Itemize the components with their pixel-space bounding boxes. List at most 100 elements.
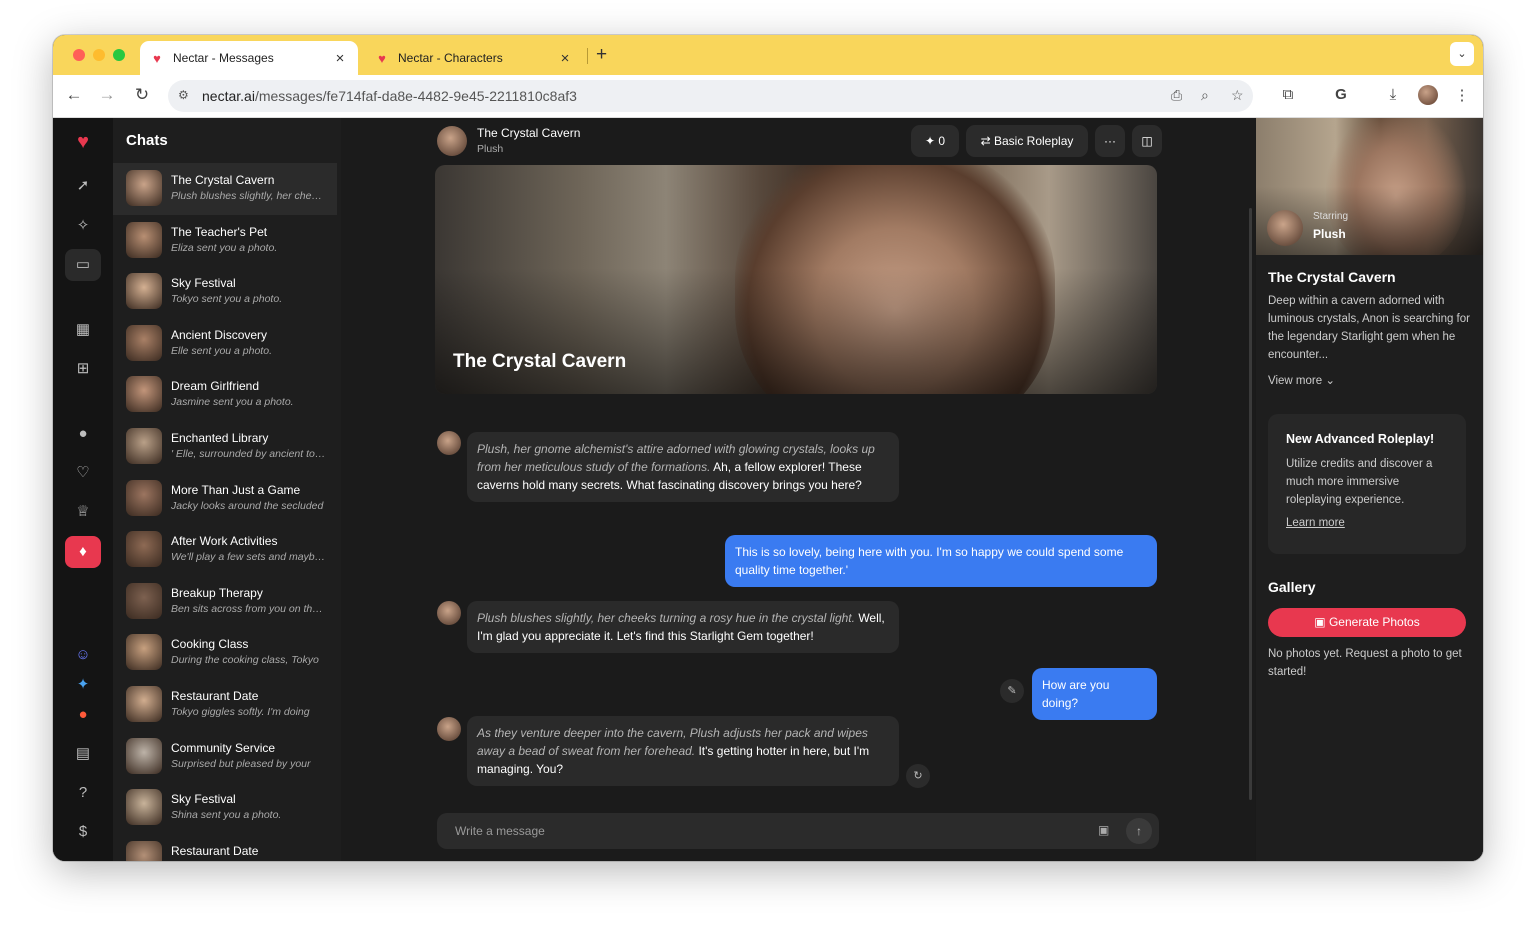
chat-list-item[interactable]: Community Service Surprised but pleased b… xyxy=(113,731,337,783)
scenario-panel: Starring Plush The Crystal Cavern Deep w… xyxy=(1256,118,1483,861)
image-icon: ▣ xyxy=(1314,615,1329,629)
bot-avatar xyxy=(437,431,461,455)
discord-icon[interactable]: ☺ xyxy=(65,639,101,671)
new-tab-icon[interactable]: + xyxy=(596,44,607,66)
tab-characters[interactable]: ♥ Nectar - Characters × xyxy=(365,41,583,75)
chat-name: The Teacher's Pet xyxy=(171,224,268,239)
forward-arrow-icon[interactable]: → xyxy=(96,85,118,105)
chat-list-item[interactable]: Dream Girlfriend Jasmine sent you a photo… xyxy=(113,369,337,421)
address-bar[interactable]: ⚙ nectar.ai/messages/fe714faf-da8e-4482-… xyxy=(168,80,1253,112)
chat-list-item[interactable]: The Crystal Cavern Plush blushes slightly… xyxy=(113,163,337,215)
character-avatar[interactable] xyxy=(437,126,467,156)
google-g-icon[interactable]: G xyxy=(1330,86,1352,103)
zoom-icon[interactable]: ⌕ xyxy=(1201,87,1209,104)
chat-list-item[interactable]: Breakup Therapy Ben sits across from you … xyxy=(113,576,337,628)
starring-name[interactable]: Plush xyxy=(1313,227,1346,241)
minimize-window-button[interactable] xyxy=(93,49,105,61)
window-controls xyxy=(73,49,125,61)
nectar-logo-heart-icon[interactable]: ♥ xyxy=(65,126,101,158)
bookmark-star-icon[interactable]: ☆ xyxy=(1231,87,1244,104)
conversation-title: The Crystal Cavern xyxy=(477,126,581,140)
character-name: Plush xyxy=(477,143,504,155)
premium-gem-icon[interactable]: ♦ xyxy=(65,536,101,568)
grid-icon[interactable]: ▦ xyxy=(65,314,101,346)
rocket-icon[interactable]: ➚ xyxy=(65,170,101,202)
more-options-icon[interactable]: ··· xyxy=(1095,125,1125,157)
toggle-panel-icon[interactable]: ◫ xyxy=(1132,125,1162,157)
view-more-link[interactable]: View more ⌄ xyxy=(1268,373,1335,387)
download-icon[interactable]: ⤓ xyxy=(1382,86,1404,103)
send-arrow-icon[interactable]: ↑ xyxy=(1126,818,1152,844)
trophy-icon[interactable]: ♕ xyxy=(65,496,101,528)
edit-pencil-icon[interactable]: ✎ xyxy=(1000,679,1024,703)
profile-avatar[interactable] xyxy=(1418,85,1438,105)
tab-bar: ♥ Nectar - Messages × ♥ Nectar - Charact… xyxy=(53,35,1483,75)
chat-list-item[interactable]: Sky Festival Shina sent you a photo. xyxy=(113,782,337,834)
chat-list-item[interactable]: Sky Festival Tokyo sent you a photo. xyxy=(113,266,337,318)
chat-avatar xyxy=(126,685,162,722)
counter-pill[interactable]: ✦ 0 xyxy=(911,125,959,157)
heart-outline-icon[interactable]: ♡ xyxy=(65,457,101,489)
message-composer[interactable]: Write a message ▣ ↑ xyxy=(437,813,1159,849)
close-tab-icon[interactable]: × xyxy=(332,50,348,67)
close-tab-icon[interactable]: × xyxy=(557,50,573,67)
chat-list-item[interactable]: After Work Activities We'll play a few se… xyxy=(113,524,337,576)
chat-avatar xyxy=(126,737,162,774)
generate-photos-button[interactable]: ▣ Generate Photos xyxy=(1268,608,1466,637)
regenerate-icon[interactable]: ↻ xyxy=(906,764,930,788)
site-settings-icon[interactable]: ⚙ xyxy=(178,88,189,102)
close-window-button[interactable] xyxy=(73,49,85,61)
message-action: Plush blushes slightly, her cheeks turni… xyxy=(477,611,855,625)
maximize-window-button[interactable] xyxy=(113,49,125,61)
chat-preview: During the cooking class, Tokyo xyxy=(171,654,319,667)
chat-name: Enchanted Library xyxy=(171,430,269,445)
tab-search-chevron-icon[interactable]: ⌄ xyxy=(1450,42,1474,66)
chat-avatar xyxy=(126,634,162,671)
chat-name: Restaurant Date xyxy=(171,843,259,858)
chat-list-item[interactable]: Restaurant Date Tokyo giggles softly. I'm… xyxy=(113,679,337,731)
bot-avatar xyxy=(437,601,461,625)
back-arrow-icon[interactable]: ← xyxy=(63,85,85,105)
plus-sparkle-icon: ✦ xyxy=(924,134,939,148)
chat-avatar xyxy=(126,479,162,516)
scenario-cover: Starring Plush xyxy=(1256,118,1483,255)
roleplay-mode-button[interactable]: ⇄ Basic Roleplay xyxy=(966,125,1088,157)
conversation-scrollbar[interactable] xyxy=(1249,208,1252,800)
chat-list-item[interactable]: The Teacher's Pet Eliza sent you a photo. xyxy=(113,215,337,267)
install-app-icon[interactable]: ⎙ xyxy=(1171,87,1182,104)
chat-preview: Jacky looks around the secluded xyxy=(171,499,324,512)
extensions-puzzle-icon[interactable]: ⧉ xyxy=(1277,86,1299,103)
browser-menu-icon[interactable]: ⋮ xyxy=(1451,86,1473,104)
starring-avatar[interactable] xyxy=(1267,210,1303,246)
chat-list-item[interactable]: Enchanted Library ' Elle, surrounded by a… xyxy=(113,421,337,473)
sparkle-icon[interactable]: ✧ xyxy=(65,210,101,242)
dollar-icon[interactable]: $ xyxy=(65,816,101,848)
twitter-icon[interactable]: ✦ xyxy=(65,669,101,701)
reload-icon[interactable]: ↻ xyxy=(131,85,153,105)
chat-avatar xyxy=(126,324,162,361)
bot-avatar xyxy=(437,717,461,741)
user-icon[interactable]: ● xyxy=(65,418,101,450)
messages-icon[interactable]: ▭ xyxy=(65,249,101,281)
help-icon[interactable]: ? xyxy=(65,777,101,809)
image-request-icon[interactable]: ▣ xyxy=(1098,823,1109,837)
chat-avatar xyxy=(126,840,162,861)
chat-avatar xyxy=(126,273,162,310)
chat-list-item[interactable]: More Than Just a Game Jacky looks around … xyxy=(113,473,337,525)
chat-list-item[interactable]: Ancient Discovery Elle sent you a photo. xyxy=(113,318,337,370)
chat-list-item[interactable]: Cooking Class During the cooking class, T… xyxy=(113,627,337,679)
url-host: nectar.ai xyxy=(202,88,255,104)
chat-list-item[interactable]: Restaurant Date xyxy=(113,834,337,861)
browser-window: ♥ Nectar - Messages × ♥ Nectar - Charact… xyxy=(53,35,1483,861)
news-icon[interactable]: ▤ xyxy=(65,738,101,770)
bot-message: Plush blushes slightly, her cheeks turni… xyxy=(467,601,899,653)
tab-separator xyxy=(587,48,588,64)
chat-name: Sky Festival xyxy=(171,792,236,807)
chat-avatar xyxy=(126,789,162,826)
add-square-icon[interactable]: ⊞ xyxy=(65,353,101,385)
reddit-icon[interactable]: ● xyxy=(65,699,101,731)
tab-messages[interactable]: ♥ Nectar - Messages × xyxy=(140,41,358,75)
chat-preview: Tokyo giggles softly. I'm doing xyxy=(171,705,310,718)
chat-name: Breakup Therapy xyxy=(171,585,263,600)
learn-more-link[interactable]: Learn more xyxy=(1286,517,1448,529)
